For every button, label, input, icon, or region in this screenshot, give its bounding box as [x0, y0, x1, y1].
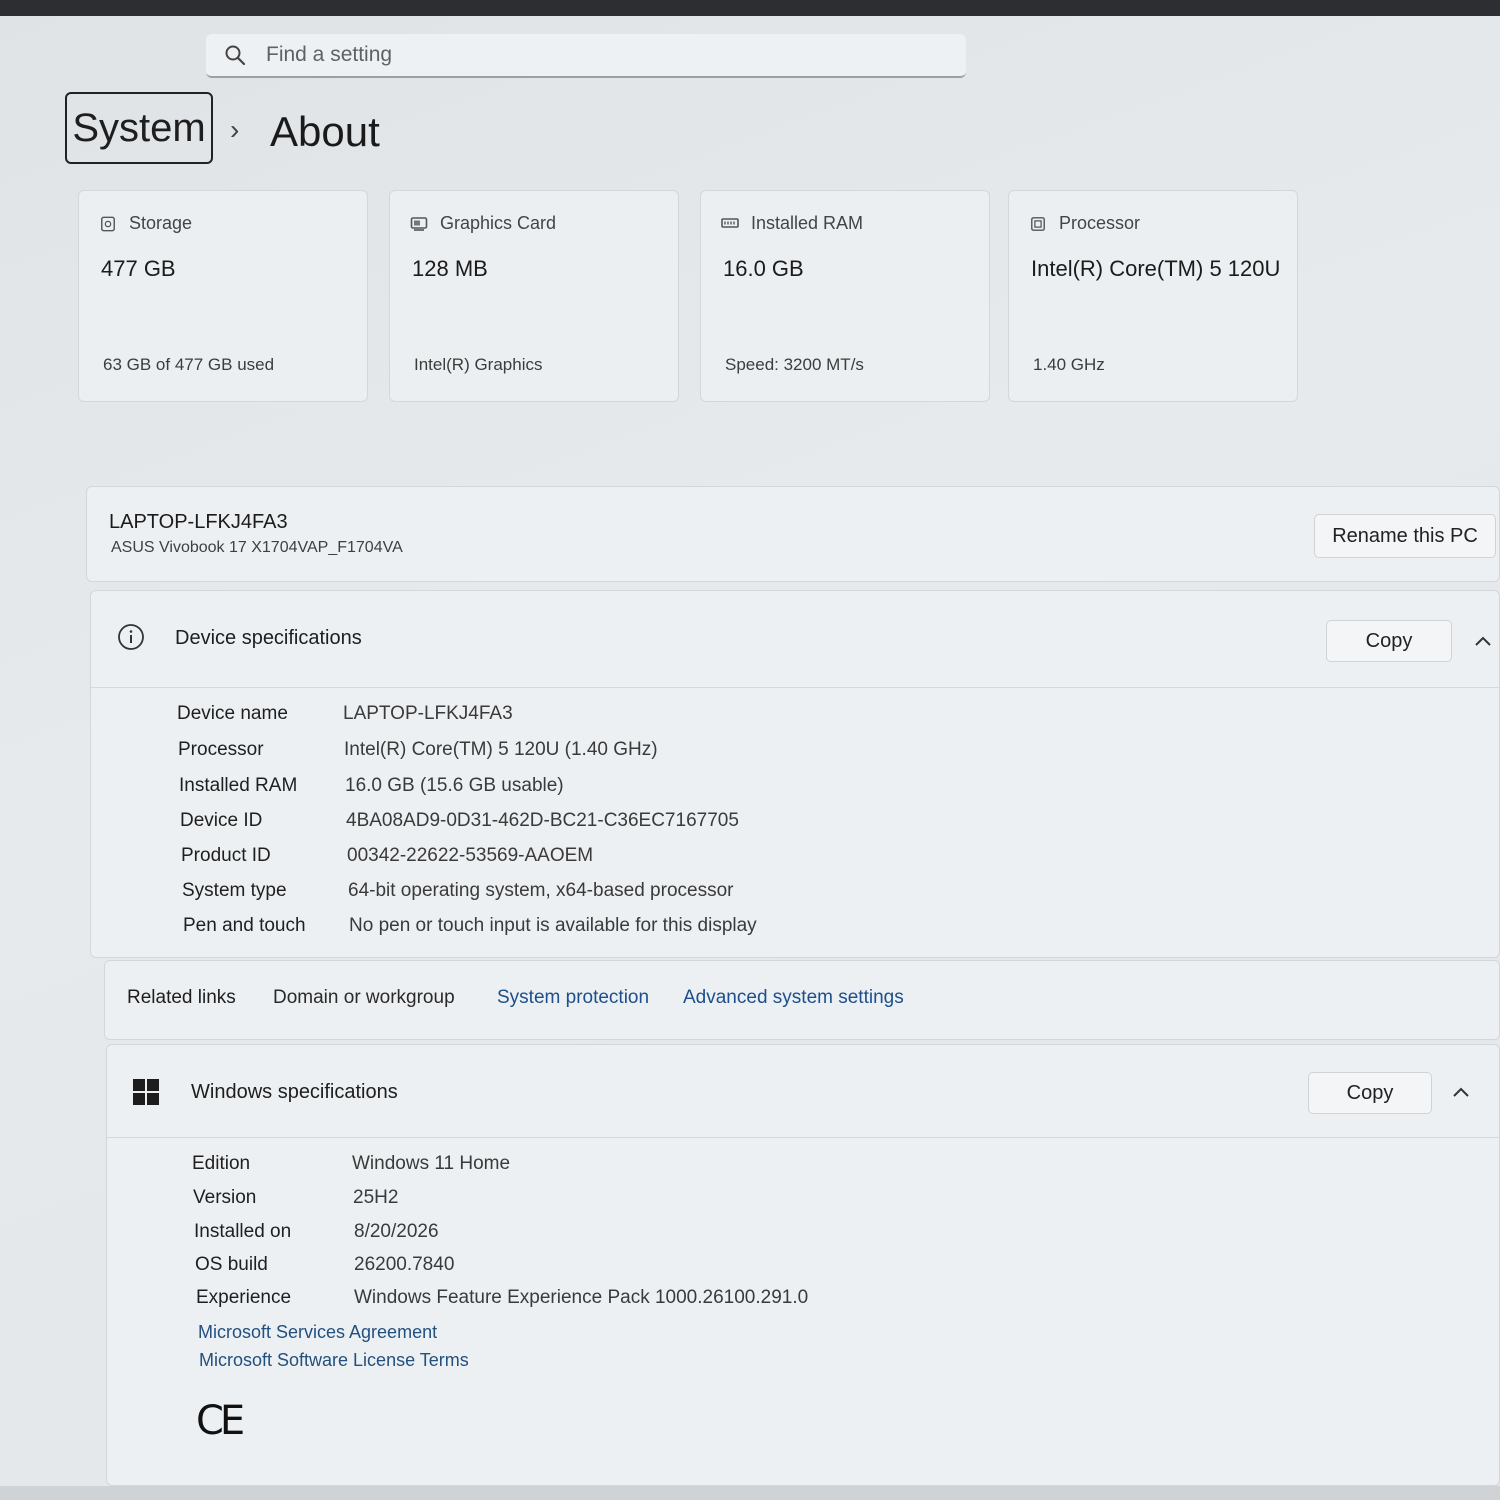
tile-label: Processor	[1059, 213, 1141, 233]
tile-processor[interactable]: Processor Intel(R) Core(TM) 5 120U 1.40 …	[1008, 190, 1298, 402]
spec-value: Intel(R) Core(TM) 5 120U (1.40 GHz)	[344, 739, 658, 760]
device-specifications-header[interactable]: Device specifications	[91, 591, 1499, 688]
tile-value: 128 MB	[412, 256, 488, 281]
rename-pc-button[interactable]: Rename this PC	[1314, 514, 1496, 558]
spec-value: 16.0 GB (15.6 GB usable)	[345, 775, 564, 796]
pc-name-card: LAPTOP-LFKJ4FA3 ASUS Vivobook 17 X1704VA…	[86, 486, 1500, 582]
tile-value: 477 GB	[101, 256, 176, 281]
spec-value: 26200.7840	[354, 1254, 455, 1275]
spec-value: 64-bit operating system, x64-based proce…	[348, 880, 734, 901]
tile-graphics-card[interactable]: Graphics Card 128 MB Intel(R) Graphics	[389, 190, 679, 402]
windows-specifications-header[interactable]: Windows specifications	[107, 1045, 1499, 1138]
tile-storage[interactable]: Storage 477 GB 63 GB of 477 GB used	[78, 190, 368, 402]
microsoft-services-agreement-link[interactable]: Microsoft Services Agreement	[198, 1322, 437, 1343]
spec-value: 00342-22622-53569-AAOEM	[347, 845, 594, 866]
search-icon	[224, 44, 246, 66]
tile-subtext: Intel(R) Graphics	[414, 355, 543, 374]
search-box[interactable]: Find a setting	[206, 34, 966, 78]
breadcrumb-system[interactable]: System	[65, 92, 213, 164]
tile-label: Storage	[129, 213, 193, 233]
related-links-label: Related links	[127, 987, 236, 1008]
tile-value: 16.0 GB	[723, 256, 804, 281]
spec-key: Installed on	[194, 1221, 292, 1242]
tile-value: Intel(R) Core(TM) 5 120U	[1031, 256, 1281, 281]
spec-value: Windows Feature Experience Pack 1000.261…	[354, 1287, 809, 1308]
device-specifications-section: Device specifications	[90, 590, 1500, 958]
related-links-bar: Related links Domain or workgroup System…	[104, 960, 1500, 1040]
domain-or-workgroup-link[interactable]: Domain or workgroup	[273, 987, 455, 1009]
spec-key: System type	[182, 880, 287, 901]
storage-icon	[101, 216, 115, 231]
spec-value: 4BA08AD9-0D31-462D-BC21-C36EC7167705	[346, 810, 739, 831]
advanced-system-settings-link[interactable]: Advanced system settings	[683, 987, 904, 1009]
tile-subtext: Speed: 3200 MT/s	[725, 355, 864, 374]
tile-label: Installed RAM	[751, 213, 864, 233]
spec-key: Version	[193, 1187, 257, 1208]
spec-key: Experience	[196, 1287, 292, 1308]
spec-value: 25H2	[353, 1187, 399, 1208]
ce-mark-icon: CE	[196, 1398, 245, 1444]
copy-device-specs-button[interactable]: Copy	[1326, 620, 1452, 662]
spec-value: Windows 11 Home	[352, 1153, 511, 1174]
windows-specifications-section: Windows specifications	[106, 1044, 1500, 1486]
section-title: Device specifications	[175, 627, 362, 649]
spec-key: Processor	[178, 739, 264, 760]
tile-subtext: 63 GB of 477 GB used	[103, 355, 275, 374]
spec-key: Product ID	[181, 845, 271, 866]
spec-key: Device name	[177, 703, 288, 724]
spec-key: Edition	[192, 1153, 251, 1174]
spec-value: No pen or touch input is available for t…	[349, 915, 757, 936]
system-protection-link[interactable]: System protection	[497, 987, 649, 1009]
spec-key: OS build	[195, 1254, 268, 1275]
tile-installed-ram[interactable]: Installed RAM 16.0 GB Speed: 3200 MT/s	[700, 190, 990, 402]
pc-name: LAPTOP-LFKJ4FA3	[109, 511, 288, 533]
windows-logo-icon	[133, 1079, 161, 1107]
microsoft-software-license-terms-link[interactable]: Microsoft Software License Terms	[199, 1350, 469, 1371]
search-placeholder[interactable]: Find a setting	[266, 43, 392, 67]
screen-bezel	[0, 0, 1500, 16]
pc-model: ASUS Vivobook 17 X1704VAP_F1704VA	[111, 539, 403, 556]
tile-label: Graphics Card	[440, 213, 557, 233]
spec-value: 8/20/2026	[354, 1221, 439, 1242]
graphics-card-icon	[410, 216, 428, 231]
section-title: Windows specifications	[191, 1081, 398, 1103]
processor-icon	[1031, 216, 1045, 231]
copy-windows-specs-button[interactable]: Copy	[1308, 1072, 1432, 1114]
spec-value: LAPTOP-LFKJ4FA3	[343, 703, 513, 724]
taskbar-edge	[0, 1486, 1500, 1500]
spec-key: Device ID	[180, 810, 263, 831]
breadcrumb-separator-icon: ›	[230, 114, 240, 145]
page-title: About	[270, 108, 380, 155]
ram-icon	[721, 217, 739, 228]
chevron-up-icon[interactable]	[1473, 634, 1493, 648]
spec-key: Pen and touch	[183, 915, 306, 936]
spec-key: Installed RAM	[179, 775, 298, 796]
info-icon	[118, 624, 144, 650]
chevron-up-icon[interactable]	[1451, 1085, 1471, 1099]
tile-subtext: 1.40 GHz	[1033, 355, 1105, 374]
